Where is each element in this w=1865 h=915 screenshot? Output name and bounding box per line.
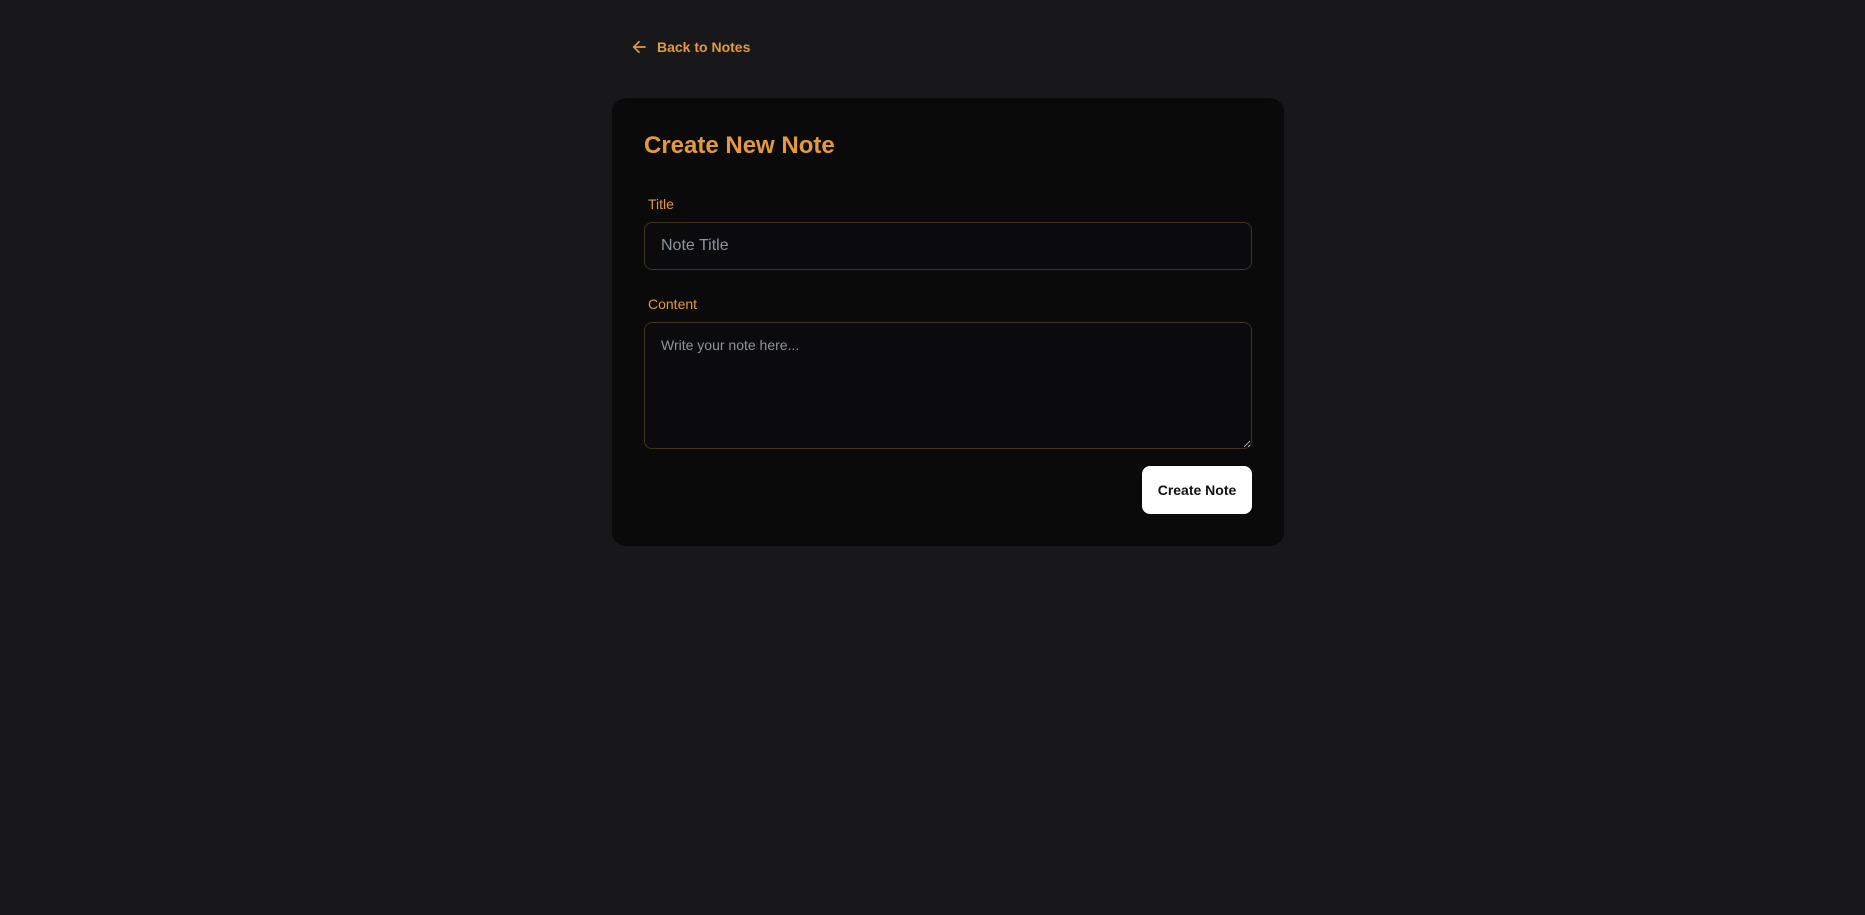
- create-note-button[interactable]: Create Note: [1142, 466, 1252, 514]
- arrow-left-icon: [630, 38, 648, 56]
- title-input[interactable]: [644, 222, 1252, 270]
- page-title: Create New Note: [644, 132, 835, 159]
- content-textarea[interactable]: [644, 322, 1252, 449]
- back-to-notes-link[interactable]: Back to Notes: [630, 38, 750, 56]
- content-label: Content: [648, 296, 698, 312]
- create-note-card: Create New Note Title Content Create Not…: [612, 98, 1284, 546]
- back-link-label: Back to Notes: [657, 39, 751, 55]
- title-label: Title: [648, 196, 674, 212]
